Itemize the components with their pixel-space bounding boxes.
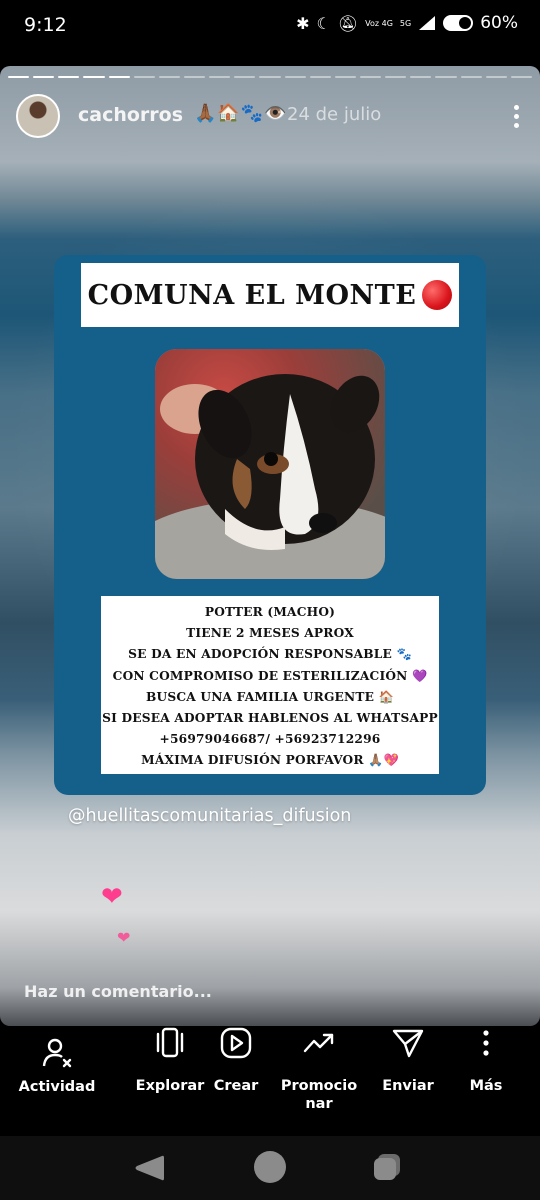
back-icon[interactable] (132, 1153, 166, 1183)
info-line: +56979046687/ +56923712296 (159, 732, 381, 747)
bluetooth-icon: ✱ (296, 13, 310, 33)
heart-icon: ❤ (117, 928, 131, 947)
nav-explore[interactable]: Explorar (132, 1026, 208, 1095)
nav-create-label: Crear (213, 1078, 259, 1094)
info-line: POTTER (MACHO) (204, 605, 336, 619)
story-options-icon[interactable] (506, 98, 526, 134)
username[interactable]: cachorros (78, 104, 183, 126)
red-circle-icon (422, 280, 453, 310)
story-header: cachorros 🙏🏾🏠🐾👁️ 24 de julio (16, 94, 526, 138)
info-line: CON COMPROMISO DE ESTERILIZACIÓN 💜 (112, 668, 428, 683)
nav-more[interactable]: Más (458, 1026, 514, 1095)
nav-more-label: Más (469, 1078, 503, 1094)
info-line: BUSCA UNA FAMILIA URGENTE 🏠 (146, 689, 394, 704)
bottom-nav: Actividad Explorar Crear Promocionar Env… (0, 1026, 540, 1136)
nav-send-label: Enviar (382, 1078, 434, 1094)
recent-apps-icon[interactable] (372, 1152, 402, 1182)
activity-icon (42, 1038, 72, 1068)
comment-input[interactable]: Haz un comentario... (24, 982, 212, 1001)
flyer-title: COMUNA EL MONTE (87, 279, 417, 311)
battery-percent: 60% (480, 13, 518, 33)
status-icons: ✱ ☾ 🔕︎ Voz 4G 5G 60% (296, 13, 518, 33)
puppy-image (155, 349, 385, 579)
flyer-title-box: COMUNA EL MONTE (81, 263, 459, 327)
nav-send[interactable]: Enviar (378, 1026, 438, 1095)
nav-activity[interactable]: Actividad (14, 1036, 100, 1096)
status-bar: 9:12 ✱ ☾ 🔕︎ Voz 4G 5G 60% (0, 0, 540, 50)
create-icon (220, 1027, 252, 1059)
story-progress-bar (8, 76, 532, 79)
info-line: SI DESEA ADOPTAR HABLENOS AL WHATSAPP (102, 711, 438, 726)
more-icon (483, 1030, 489, 1056)
battery-saver-icon (443, 15, 474, 31)
network-type: 5G (399, 18, 412, 28)
nav-promote[interactable]: Promocionar (276, 1026, 362, 1113)
nav-promote-label: Promocionar (280, 1078, 358, 1112)
heart-icon: ❤ (101, 882, 123, 912)
adoption-flyer: COMUNA EL MONTE POTTER (MACHO) TIENE 2 M… (54, 255, 486, 795)
puppy-photo (155, 349, 385, 579)
username-emojis: 🙏🏾🏠🐾👁️ (194, 103, 288, 124)
nav-create[interactable]: Crear (206, 1026, 266, 1095)
signal-icon (419, 16, 436, 30)
nav-explore-label: Explorar (135, 1078, 205, 1094)
explore-icon (156, 1027, 184, 1058)
home-icon[interactable] (254, 1151, 286, 1183)
mention-sticker[interactable]: @huellitascomunitarias_difusion (68, 806, 351, 826)
system-navigation-bar (0, 1136, 540, 1200)
story-viewer[interactable]: cachorros 🙏🏾🏠🐾👁️ 24 de julio COMUNA EL M… (0, 66, 540, 1026)
network-label: Voz 4G (365, 18, 393, 28)
do-not-disturb-icon: ☾ (316, 13, 331, 33)
nav-activity-label: Actividad (18, 1079, 96, 1095)
promote-icon (303, 1033, 334, 1053)
info-line: TIENE 2 MESES APROX (186, 626, 354, 641)
flyer-info-box: POTTER (MACHO) TIENE 2 MESES APROX SE DA… (101, 596, 439, 774)
clock: 9:12 (24, 14, 67, 36)
silent-icon: 🔕︎ (337, 13, 359, 33)
info-line: MÁXIMA DIFUSIÓN PORFAVOR 🙏🏽💖 (141, 753, 399, 768)
avatar[interactable] (16, 94, 60, 138)
info-line: SE DA EN ADOPCIÓN RESPONSABLE 🐾 (128, 647, 412, 662)
send-icon (392, 1029, 424, 1058)
story-date: 24 de julio (287, 104, 382, 125)
